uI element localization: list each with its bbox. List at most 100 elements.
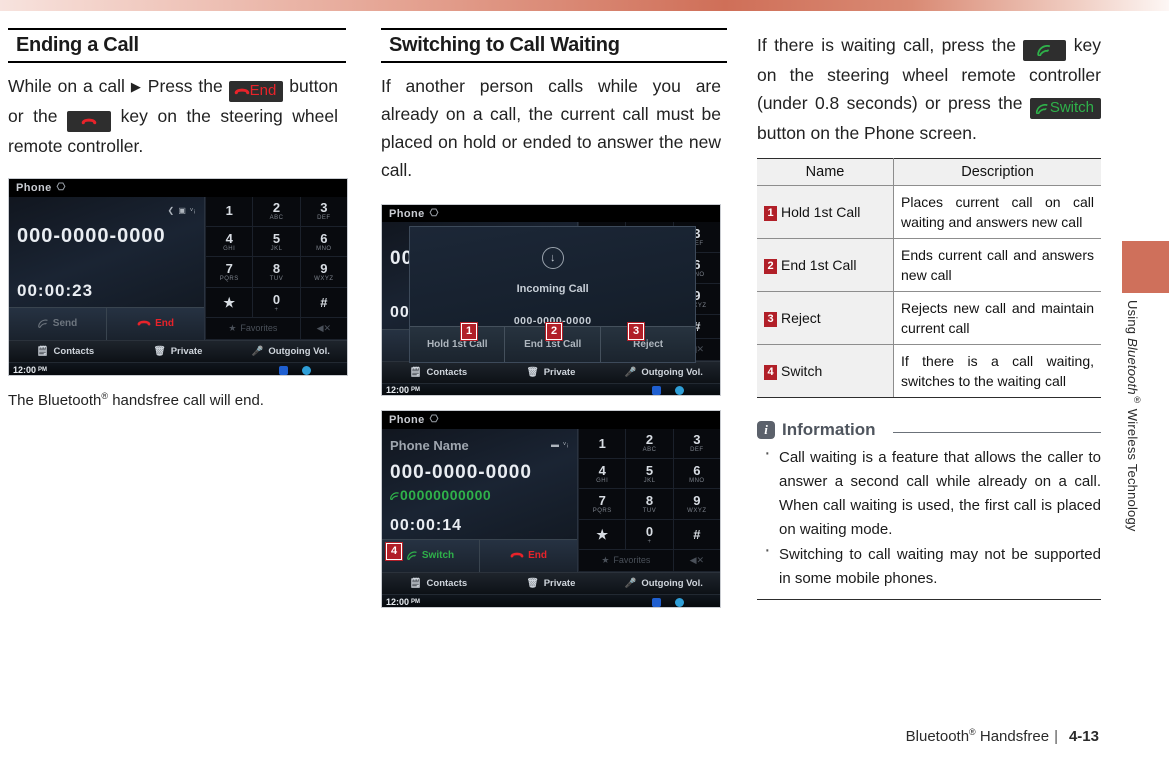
keypad-key[interactable]: 9 WXYZ — [299, 257, 347, 288]
keypad-key[interactable]: 6 MNO — [672, 459, 720, 490]
information-title: Information — [782, 420, 876, 439]
key-num: # — [693, 527, 701, 543]
list-item: Call waiting is a feature that allows th… — [757, 441, 1101, 542]
keypad-key[interactable]: 2ABC — [252, 196, 300, 228]
keypad-key[interactable]: 8TUV — [625, 489, 673, 520]
ending-call-instruction: While on a call ▶ Press the End button o… — [8, 72, 338, 160]
key-num: 2 — [645, 432, 654, 448]
keypad-key[interactable]: 1 — [205, 196, 253, 228]
key-num: 1 — [598, 435, 606, 451]
keypad-key-star[interactable]: ★ — [578, 519, 626, 551]
end-call-badge: End — [228, 81, 284, 102]
keypad-key-hash[interactable]: # — [299, 287, 347, 319]
outgoing-vol-button[interactable]: 🎤 Outgoing Vol. — [234, 346, 347, 357]
keypad-key[interactable]: 6 MNO — [299, 227, 347, 258]
key-num: 4 — [598, 462, 606, 478]
waiting-call-number: 00000000000 — [390, 487, 491, 503]
private-button[interactable]: 🗑 Private — [495, 578, 608, 589]
bluetooth-icon: ⎔ — [429, 208, 439, 220]
key-sub: + — [274, 306, 279, 313]
contacts-label: Contacts — [53, 345, 95, 357]
key-num: 0 — [645, 523, 654, 539]
key-num: ★ — [223, 295, 236, 311]
instruction-part-4: key on the steering wheel remote control… — [8, 106, 338, 156]
private-button[interactable]: 🗑 Private — [495, 367, 608, 378]
keypad-key[interactable]: 4GHI — [578, 459, 626, 490]
bluetooth-icon: ⎔ — [429, 414, 439, 426]
reject-button[interactable]: Reject — [601, 327, 695, 362]
end-button[interactable]: End — [480, 540, 577, 571]
key-num: 9 — [320, 261, 328, 277]
row-description-cell: Places current call on call waiting and … — [893, 185, 1101, 239]
outgoing-vol-button[interactable]: 🎤 Outgoing Vol. — [607, 578, 720, 589]
side-label-part-1: Using — [1125, 300, 1140, 339]
section-title-switching: Switching to Call Waiting — [381, 28, 727, 63]
column-ending-a-call: Ending a Call While on a call ▶ Press th… — [8, 28, 348, 409]
instruction-part-1: While on a call — [8, 76, 125, 96]
key-sub: DEF — [690, 447, 704, 454]
table-header-row: Name Description — [757, 158, 1101, 186]
key-num: 3 — [693, 432, 701, 448]
keypad-key[interactable]: 4GHI — [205, 227, 253, 258]
microphone-icon: 🎤 — [624, 577, 637, 589]
keypad-key[interactable]: 5JKL — [625, 459, 673, 490]
hu-status-bar: 12:00 PM — [9, 362, 347, 375]
info-icon: i — [757, 421, 775, 439]
keypad-key[interactable]: 5JKL — [252, 227, 300, 258]
backspace-button[interactable]: ◀✕ — [672, 550, 720, 572]
key-num: 8 — [272, 261, 281, 277]
favorites-button[interactable]: ★ Favorites — [205, 318, 300, 340]
keypad-key-zero[interactable]: 0 + — [252, 287, 300, 319]
end-handset-icon — [137, 320, 151, 326]
row-number-chip: 4 — [764, 365, 777, 380]
contacts-button[interactable]: 🗒 Contacts — [9, 346, 122, 357]
keypad-key[interactable]: 2ABC — [625, 428, 673, 460]
key-num: 2 — [272, 200, 281, 216]
backspace-button[interactable]: ◀✕ — [299, 318, 347, 340]
clock-time: 12:00 — [386, 385, 410, 396]
page-footer: Bluetooth® Handsfree | 4-13 — [0, 728, 1169, 746]
status-icons — [652, 597, 684, 607]
end-label: End — [528, 550, 547, 562]
keypad-key[interactable]: 1 — [578, 428, 626, 460]
keypad-key[interactable]: 8TUV — [252, 257, 300, 288]
keypad-key-star[interactable]: ★ — [205, 287, 253, 319]
microphone-icon: 🎤 — [251, 345, 264, 357]
favorites-label: Favorites — [240, 323, 278, 334]
call-number: 000-0000-0000 — [390, 461, 532, 483]
private-label: Private — [170, 345, 203, 357]
bluetooth-status-icon — [675, 385, 684, 395]
private-icon: 🗑 — [526, 366, 539, 378]
keypad-key[interactable]: 9 WXYZ — [672, 489, 720, 520]
row-name-cell: 3 Reject — [757, 291, 894, 345]
usb-status-icon — [652, 597, 661, 607]
contacts-button[interactable]: 🗒 Contacts — [382, 367, 495, 378]
outgoing-vol-button[interactable]: 🎤 Outgoing Vol. — [607, 367, 720, 378]
hu-status-bar: 12:00 PM — [382, 594, 720, 607]
key-num: 8 — [645, 493, 654, 509]
hold-1st-call-button[interactable]: Hold 1st Call — [410, 326, 506, 362]
list-item: Switching to call waiting may not be sup… — [757, 538, 1101, 591]
favorites-button[interactable]: ★ Favorites — [578, 550, 673, 572]
key-sub: DEF — [317, 215, 331, 222]
end-label: End — [155, 318, 174, 330]
keypad-key[interactable]: 3 DEF — [672, 428, 720, 460]
keypad-key[interactable]: 7PQRS — [578, 489, 626, 520]
information-list: Call waiting is a feature that allows th… — [757, 441, 1101, 591]
keypad-key[interactable]: 7PQRS — [205, 257, 253, 288]
key-sub: WXYZ — [687, 508, 707, 515]
private-button[interactable]: 🗑 Private — [122, 346, 235, 357]
end-button[interactable]: End — [107, 308, 204, 339]
keypad-key-hash[interactable]: # — [672, 519, 720, 551]
page-title: Ending a Call — [8, 28, 346, 63]
chapter-side-label: Using Bluetooth® Wireless Technology — [1118, 300, 1146, 630]
body-part-1: If there is waiting call, press the — [757, 35, 1017, 55]
keypad-key-zero[interactable]: 0 + — [625, 519, 673, 551]
switch-badge-label: Switch — [1049, 99, 1094, 116]
key-num: 7 — [598, 493, 606, 509]
contacts-button[interactable]: 🗒 Contacts — [382, 578, 495, 589]
caption-part-1: The Bluetooth — [8, 392, 102, 409]
send-button[interactable]: Send — [9, 308, 108, 340]
keypad-key[interactable]: 3 DEF — [299, 196, 347, 228]
row-name-label: Hold 1st Call — [781, 204, 861, 220]
